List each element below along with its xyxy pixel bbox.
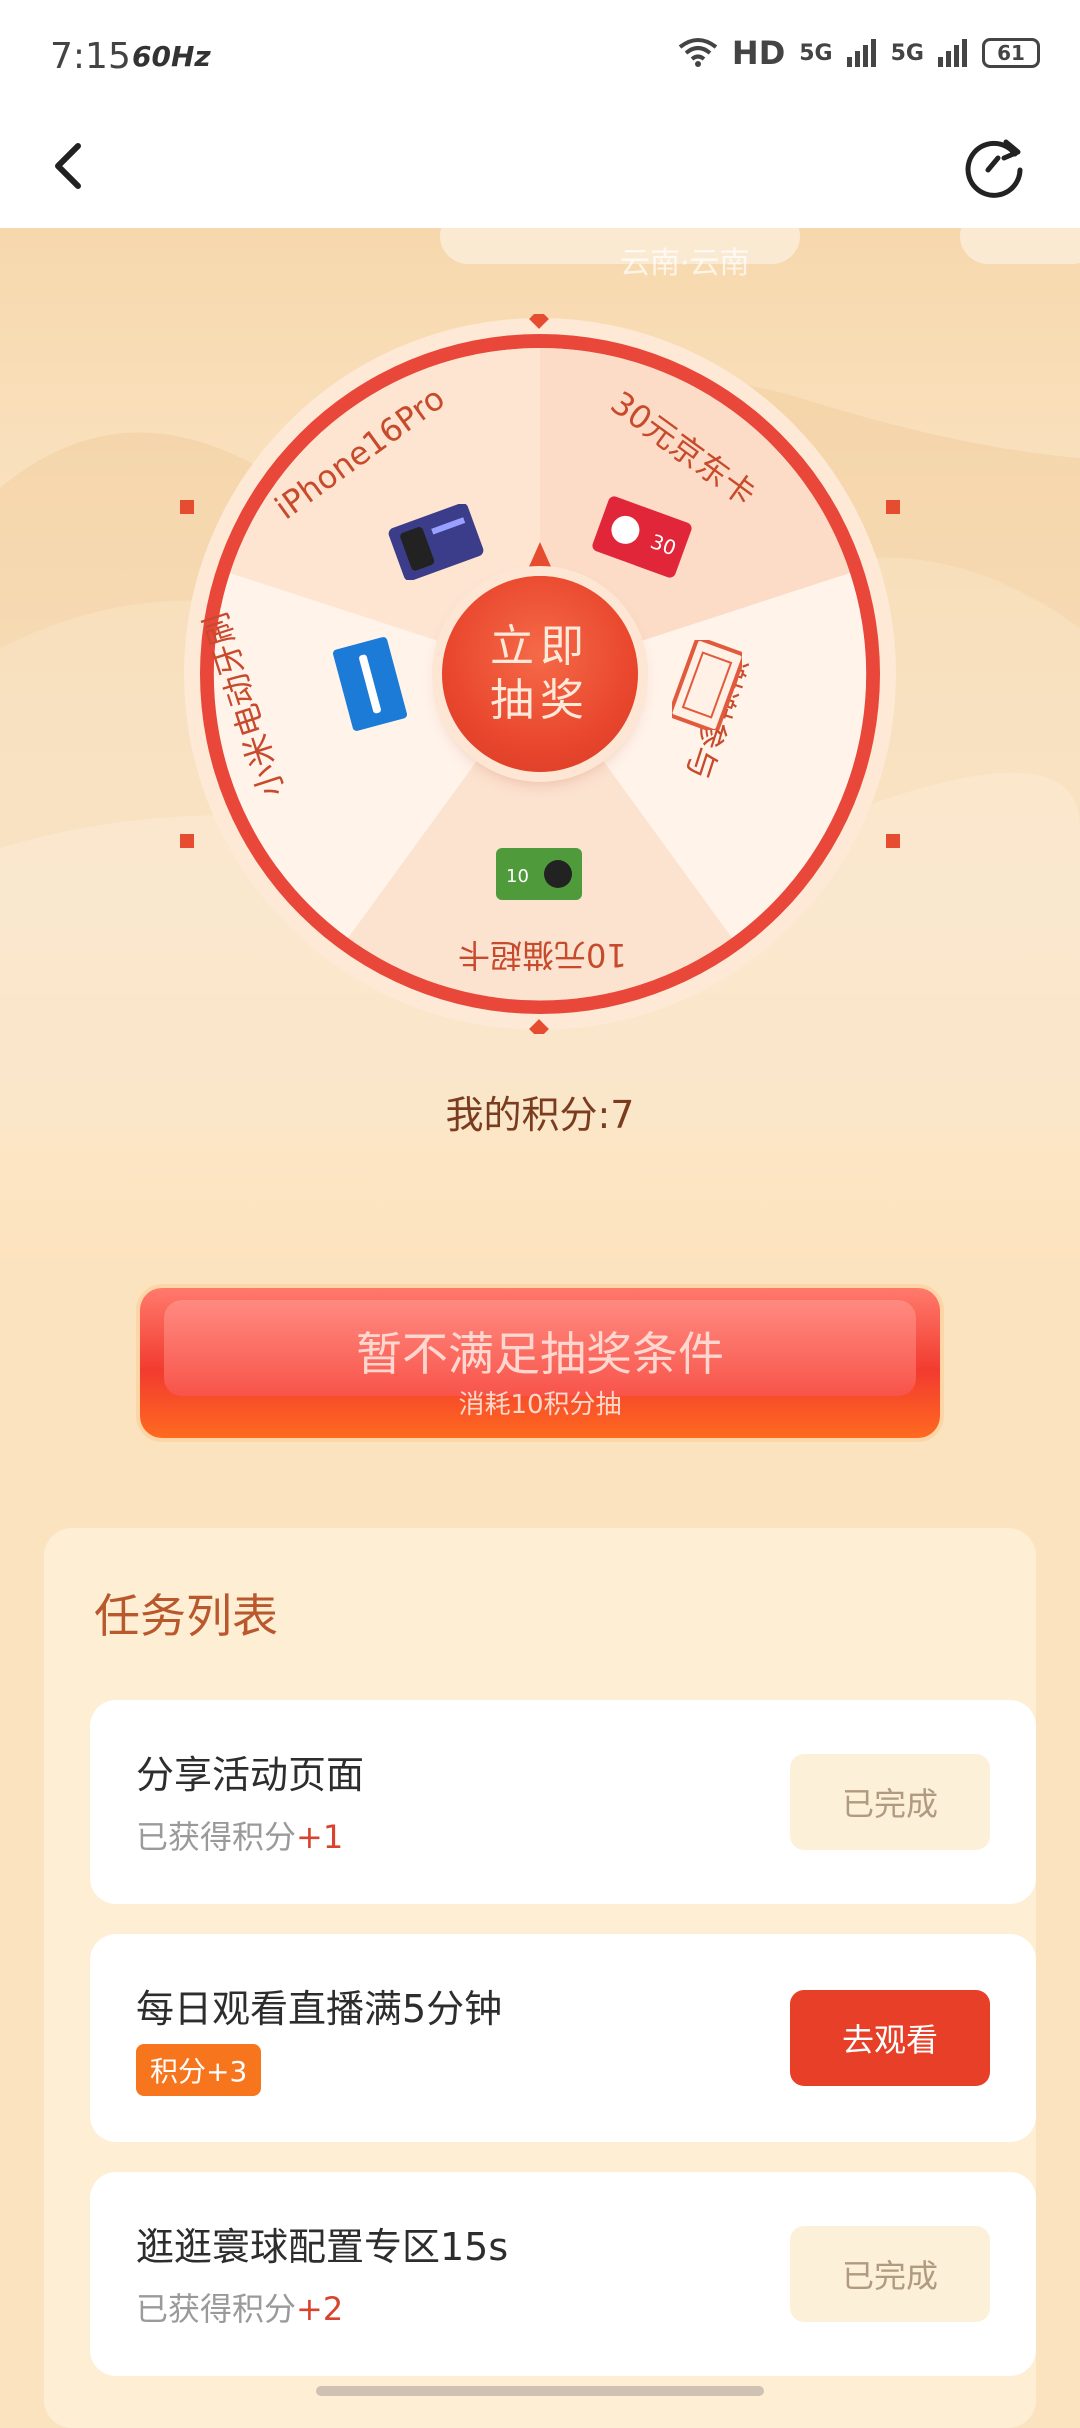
top-banner-pill-right (960, 228, 1080, 264)
svg-text:10: 10 (506, 866, 529, 887)
task-points-badge: 积分+3 (136, 2044, 262, 2096)
task-card-browse-zone: 逛逛寰球配置专区15s 已获得积分+2 已完成 (90, 2172, 1036, 2376)
back-icon[interactable] (40, 136, 100, 196)
task-reward-prefix: 已获得积分 (136, 1818, 297, 1856)
task-panel: 任务列表 分享活动页面 已获得积分+1 已完成 每日观看直播满5分钟 积分+3 … (44, 1528, 1036, 2428)
thanks-ticket-icon (672, 640, 742, 730)
task-reward-prefix: 已获得积分 (136, 2290, 297, 2328)
task-reward-value: +2 (296, 2290, 344, 2328)
signal-5g-1: 5G (799, 40, 833, 66)
refresh-icon[interactable] (960, 132, 1030, 202)
task-name: 逛逛寰球配置专区15s (136, 2225, 509, 2269)
refresh-rate: 60Hz (132, 40, 211, 73)
nav-bar (0, 112, 1080, 228)
task-reward: 已获得积分+2 (136, 2284, 343, 2330)
draw-condition-title: 暂不满足抽奖条件 (356, 1327, 724, 1381)
battery-icon: 61 (982, 38, 1040, 68)
status-bar: 7:15 60Hz HD 5G 5G 61 (0, 0, 1080, 112)
top-banner-text: 云南·云南 (620, 246, 750, 281)
task-done-button[interactable]: 已完成 (790, 2226, 990, 2322)
signal-bars-icon (938, 39, 967, 67)
wifi-icon (678, 38, 718, 67)
jd-card-icon: 30 (592, 496, 692, 578)
draw-condition-subtitle: 消耗10积分抽 (458, 1390, 622, 1420)
network-hd-label: HD (731, 34, 786, 72)
wheel-pointer (524, 542, 556, 578)
draw-now-button[interactable]: 立即 抽奖 (442, 576, 638, 772)
task-card-share: 分享活动页面 已获得积分+1 已完成 (90, 1700, 1036, 1904)
lottery-hero: 云南·云南 iPhone16Pro 30元京东卡 30 10元猫超卡 10 小米… (0, 228, 1080, 1258)
tmall-card-icon: 10 (496, 848, 582, 900)
signal-bars-icon (846, 39, 876, 67)
go-watch-button[interactable]: 去观看 (790, 1990, 990, 2086)
task-name: 每日观看直播满5分钟 (136, 1987, 503, 2031)
task-reward: 已获得积分+1 (136, 1812, 343, 1858)
task-card-watch-live: 每日观看直播满5分钟 积分+3 去观看 (90, 1934, 1036, 2142)
prize-wheel: iPhone16Pro 30元京东卡 30 谢谢参与 10元猫超卡 10 小米电… (180, 314, 900, 1034)
battery-level: 61 (997, 41, 1025, 65)
task-reward-value: +1 (296, 1818, 344, 1856)
draw-now-label: 立即 抽奖 (490, 621, 590, 726)
home-indicator[interactable] (316, 2386, 764, 2396)
prize-label-tmall-card: 10元猫超卡 (458, 936, 627, 974)
toothbrush-icon (332, 637, 408, 731)
task-list-title: 任务列表 (94, 1589, 278, 1643)
task-name: 分享活动页面 (136, 1753, 365, 1797)
signal-5g-2: 5G (890, 40, 924, 66)
status-time: 7:15 (50, 36, 131, 77)
phone-card-icon (388, 504, 484, 580)
my-points: 我的积分:7 (445, 1093, 635, 1137)
draw-condition-button[interactable]: 暂不满足抽奖条件 消耗10积分抽 (140, 1288, 940, 1438)
task-done-button[interactable]: 已完成 (790, 1754, 990, 1850)
status-icons: HD 5G 5G 61 (678, 34, 1040, 72)
